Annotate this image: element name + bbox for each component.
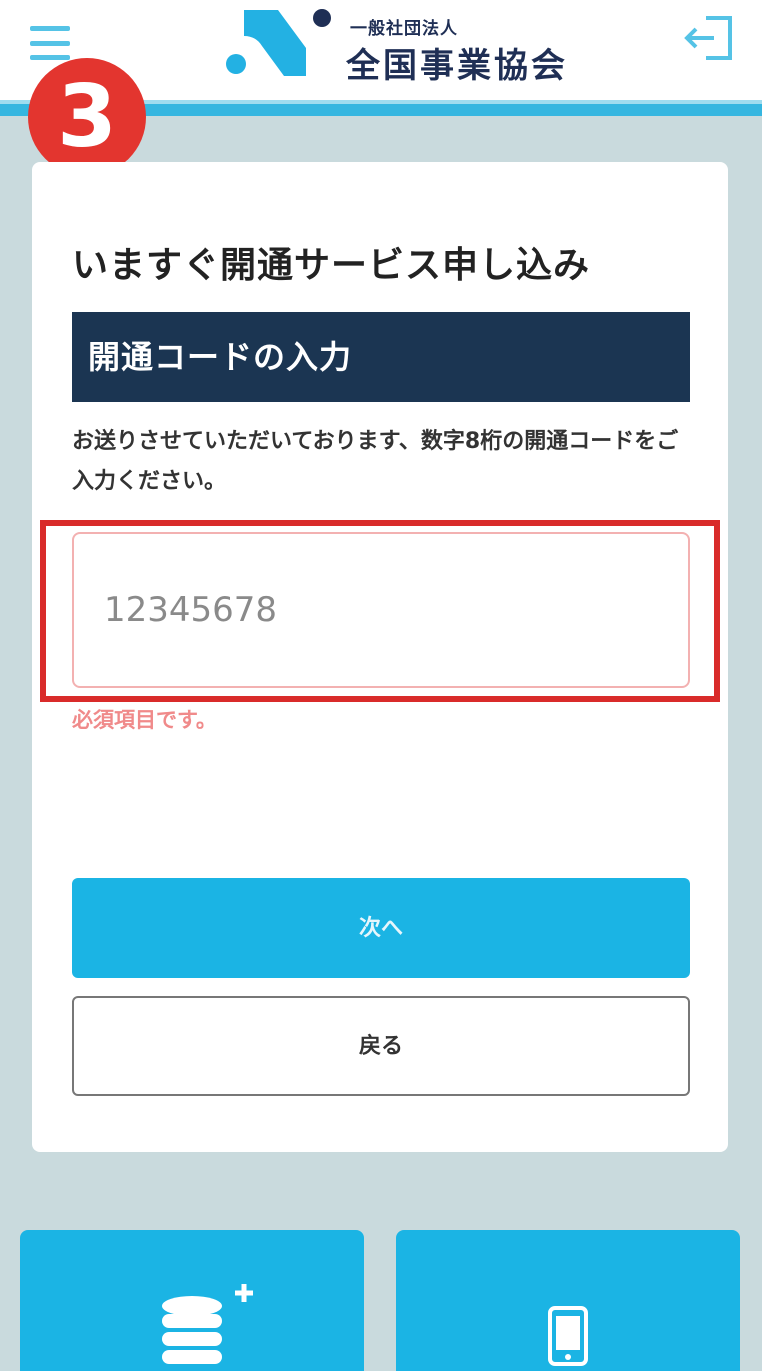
back-button[interactable]: 戻る — [72, 996, 690, 1096]
hamburger-icon[interactable] — [30, 26, 70, 60]
next-button[interactable]: 次へ — [72, 878, 690, 978]
logo: 一般社団法人 全国事業協会 — [222, 6, 568, 86]
logout-icon[interactable] — [684, 12, 736, 64]
form-card: いますぐ開通サービス申し込み 開通コードの入力 お送りさせていただいております、… — [32, 162, 728, 1152]
database-add-icon — [162, 1284, 253, 1364]
smartphone-icon — [548, 1306, 588, 1366]
section-heading: 開通コードの入力 — [72, 312, 690, 402]
logo-org-name: 全国事業協会 — [346, 46, 568, 86]
required-error-text: 必須項目です。 — [72, 708, 217, 732]
tile-smartphone[interactable] — [396, 1230, 740, 1371]
logo-org-type: 一般社団法人 — [350, 19, 458, 39]
step-number-badge: 3 — [28, 58, 146, 176]
instruction-text: お送りさせていただいております、数字8桁の開通コードをご入力ください。 — [72, 429, 679, 494]
activation-code-input[interactable] — [72, 532, 690, 688]
logo-mark — [226, 9, 331, 76]
tile-add-data[interactable] — [20, 1230, 364, 1371]
page-title: いますぐ開通サービス申し込み — [72, 245, 591, 286]
